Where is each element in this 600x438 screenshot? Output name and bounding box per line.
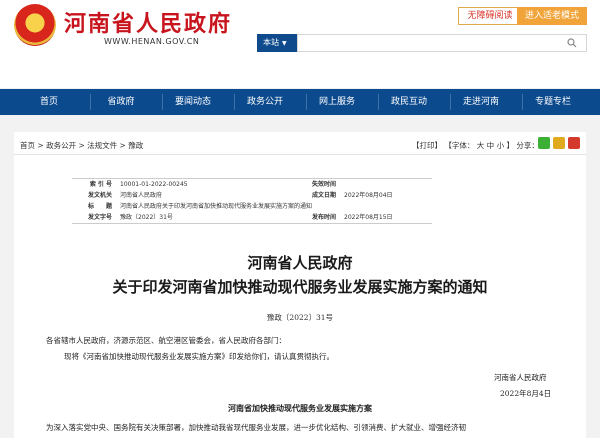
meta-row: 发文字号 豫政〔2022〕31号 发布时间 2022年08月15日 [72,212,432,223]
document-number: 豫政〔2022〕31号 [266,313,334,322]
signature-date: 2022年8月4日 [500,389,552,398]
site-url: WWW.HENAN.GOV.CN [104,37,200,46]
plan-intro: 为深入落实党中央、国务院有关决策部署，加快推动我省现代服务业发展，进一步优化结构… [46,423,466,432]
nav-item-news[interactable]: 要闻动态 [162,89,224,115]
meta-value: 豫政〔2022〕31号 [120,214,173,221]
search-scope-select[interactable]: 本站 ▼ [257,34,297,52]
breadcrumb: 首页 > 政务公开 > 法规文件 > 豫政 [20,140,143,151]
main-nav: 首页 省政府 要闻动态 政务公开 网上服务 政民互动 走进河南 专题专栏 [0,89,600,115]
font-medium-button[interactable]: 中 [487,141,495,150]
site-header: 河南省人民政府 WWW.HENAN.GOV.CN 无障碍阅读 进入适老模式 本站… [0,0,600,88]
divider [14,154,586,155]
meta-value: 2022年08月04日 [344,192,393,199]
breadcrumb-regulations[interactable]: 法规文件 [87,141,117,150]
nav-item-home[interactable]: 首页 [18,89,80,115]
document-title: 河南省人民政府 [247,254,353,272]
weibo-share-icon[interactable] [553,137,565,149]
breadcrumb-current[interactable]: 豫政 [128,141,143,150]
breadcrumb-sep: > [78,141,85,150]
meta-label: 发布时间 [311,214,336,221]
accessibility-button[interactable]: 无障碍阅读 [458,7,522,25]
breadcrumb-gov-affairs[interactable]: 政务公开 [46,141,76,150]
meta-label: 索 引 号 [89,181,112,188]
article-panel: 首页 > 政务公开 > 法规文件 > 豫政 【打印】 【字体： 大 中 小 】 … [14,132,586,438]
article-tools: 【打印】 【字体： 大 中 小 】 分享： [412,140,539,151]
national-emblem-icon [14,4,56,46]
font-size-label: 【字体： [444,141,475,150]
font-large-button[interactable]: 大 [477,141,485,150]
search-icon[interactable] [567,38,577,48]
site-title[interactable]: 河南省人民政府 [64,6,232,38]
meta-label: 发文字号 [87,214,112,221]
signature-org: 河南省人民政府 [494,373,547,382]
meta-label: 失效时间 [311,181,336,188]
meta-label: 发文机关 [87,192,112,199]
search-input[interactable] [297,34,587,52]
qzone-share-icon[interactable] [568,137,580,149]
meta-row: 索 引 号 10001-01-2022-00245 失效时间 [72,179,432,190]
elder-mode-button[interactable]: 进入适老模式 [517,7,587,25]
addressees: 各省辖市人民政府，济源示范区、航空港区管委会，省人民政府各部门： [46,336,286,345]
nav-item-gov-affairs[interactable]: 政务公开 [234,89,296,115]
meta-value: 2022年08月15日 [344,214,393,221]
meta-label: 成文日期 [311,192,336,199]
body-paragraph: 现将《河南省加快推动现代服务业发展实施方案》印发给你们，请认真贯彻执行。 [64,352,334,361]
meta-row: 标 题 河南省人民政府关于印发河南省加快推动现代服务业发展实施方案的通知 [72,201,432,212]
breadcrumb-home[interactable]: 首页 [20,141,35,150]
share-label: 分享： [516,141,539,150]
nav-item-about-henan[interactable]: 走进河南 [450,89,512,115]
nav-item-interaction[interactable]: 政民互动 [378,89,440,115]
document-title: 关于印发河南省加快推动现代服务业发展实施方案的通知 [112,278,488,296]
font-small-button[interactable]: 小 [497,141,505,150]
nav-item-government[interactable]: 省政府 [90,89,152,115]
meta-value: 10001-01-2022-00245 [120,181,188,188]
chevron-down-icon: ▼ [282,40,287,47]
nav-item-topics[interactable]: 专题专栏 [522,89,584,115]
print-button[interactable]: 【打印】 [412,141,442,150]
breadcrumb-sep: > [37,141,44,150]
document-meta-table: 索 引 号 10001-01-2022-00245 失效时间 发文机关 河南省人… [72,178,432,224]
search-scope-label: 本站 [263,38,279,47]
plan-title: 河南省加快推动现代服务业发展实施方案 [228,403,372,413]
meta-label: 标 题 [87,203,112,210]
meta-value: 河南省人民政府 [120,192,163,199]
font-size-close: 】 [506,141,514,150]
nav-item-online-service[interactable]: 网上服务 [306,89,368,115]
breadcrumb-sep: > [119,141,126,150]
wechat-share-icon[interactable] [538,137,550,149]
meta-row: 发文机关 河南省人民政府 成文日期 2022年08月04日 [72,190,432,201]
meta-value: 河南省人民政府关于印发河南省加快推动现代服务业发展实施方案的通知 [120,203,313,210]
